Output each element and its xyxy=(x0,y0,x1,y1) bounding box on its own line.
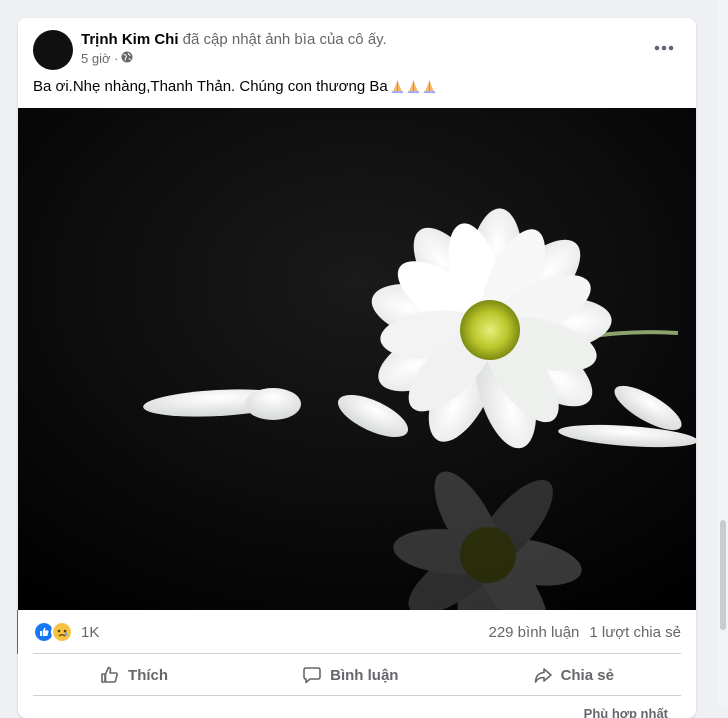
share-button[interactable]: Chia sẻ xyxy=(513,659,634,691)
post-header: Trịnh Kim Chi đã cập nhật ảnh bìa của cô… xyxy=(81,31,387,48)
post-actions: Thích Bình luận Chia sẻ xyxy=(33,655,681,695)
reaction-icons xyxy=(33,621,73,643)
folded-hands-icon xyxy=(390,79,438,94)
author-name[interactable]: Trịnh Kim Chi xyxy=(81,31,179,48)
cover-photo[interactable] xyxy=(18,108,696,649)
reaction-count: 1K xyxy=(81,623,100,641)
share-label: Chia sẻ xyxy=(560,666,614,684)
post-time[interactable]: 5 giờ · xyxy=(81,51,118,66)
ellipsis-icon xyxy=(654,45,674,51)
divider xyxy=(33,653,681,654)
reactions-summary: 1K 229 bình luận 1 lượt chia sẻ xyxy=(33,618,681,646)
comments-count[interactable]: 229 bình luận xyxy=(488,624,579,641)
sad-icon xyxy=(51,621,73,643)
globe-icon xyxy=(121,51,133,66)
comment-label: Bình luận xyxy=(330,666,399,684)
white-daisy-image xyxy=(18,108,696,649)
post-meta: 5 giờ · xyxy=(81,51,133,66)
comment-sort-toggle[interactable]: Phù hợp nhất xyxy=(584,706,668,718)
scrollbar-thumb[interactable] xyxy=(720,520,726,630)
comment-icon xyxy=(303,667,321,684)
share-icon xyxy=(534,668,552,683)
divider xyxy=(33,695,681,696)
shares-count[interactable]: 1 lượt chia sẻ xyxy=(589,624,681,641)
reaction-counter[interactable]: 1K xyxy=(33,621,99,643)
caption-text: Ba ơi.Nhẹ nhàng,Thanh Thản. Chúng con th… xyxy=(33,78,388,95)
comment-button[interactable]: Bình luận xyxy=(282,659,418,691)
page-scrollbar[interactable] xyxy=(718,0,728,709)
like-label: Thích xyxy=(128,666,169,684)
avatar[interactable] xyxy=(33,30,73,70)
post-caption: Ba ơi.Nhẹ nhàng,Thanh Thản. Chúng con th… xyxy=(33,78,438,95)
more-options-button[interactable] xyxy=(646,34,682,62)
post-action-text: đã cập nhật ảnh bìa của cô ấy. xyxy=(182,31,387,48)
feed-post: Trịnh Kim Chi đã cập nhật ảnh bìa của cô… xyxy=(18,18,696,718)
like-button[interactable]: Thích xyxy=(80,659,188,691)
thumbs-up-icon xyxy=(101,666,118,683)
